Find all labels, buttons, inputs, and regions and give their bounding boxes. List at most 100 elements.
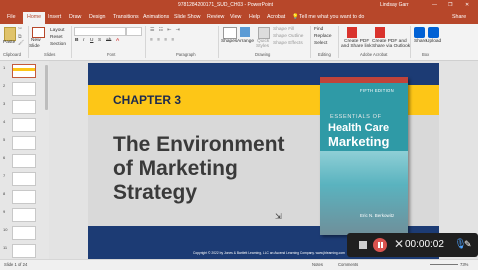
format-painter-icon[interactable]: 🖌 <box>18 41 24 46</box>
reset-button[interactable]: Reset <box>50 35 63 40</box>
tab-draw[interactable]: Draw <box>69 14 81 20</box>
paste-button[interactable]: Paste <box>3 40 15 45</box>
clipboard-group-label: Clipboard <box>3 52 21 57</box>
tab-transitions[interactable]: Transitions <box>113 14 139 20</box>
shapes-icon[interactable] <box>223 27 237 39</box>
tab-review[interactable]: Review <box>207 14 224 20</box>
section-button[interactable]: Section <box>50 42 66 47</box>
book-cover-image[interactable]: FIFTH EDITION ESSENTIALS OF Health Care … <box>320 77 408 235</box>
tab-help[interactable]: Help <box>249 14 260 20</box>
thumb-number: 9 <box>3 209 6 214</box>
shape-effects-button[interactable]: Shape Effects <box>273 41 303 46</box>
slide-thumbnails-pane: 1 2 3 4 5 6 7 8 9 10 11 <box>0 61 46 259</box>
find-button[interactable]: Find <box>314 27 323 32</box>
quick-styles-icon[interactable] <box>258 27 270 39</box>
bullets-icon[interactable]: ☰ ☷ ⇤ ⇥ <box>150 28 181 33</box>
book-edition: FIFTH EDITION <box>360 88 394 93</box>
slide-thumbnail[interactable] <box>12 136 36 150</box>
slide-title[interactable]: The Environment of Marketing Strategy <box>113 133 343 205</box>
tab-insert[interactable]: Insert <box>48 14 61 20</box>
restore-icon[interactable]: ❐ <box>448 2 452 8</box>
slide-thumbnail[interactable] <box>12 190 36 204</box>
shapes-button[interactable]: Shapes <box>221 39 237 44</box>
create-pdf-icon[interactable] <box>347 27 357 38</box>
font-color-icon[interactable]: A <box>116 38 119 43</box>
replace-button[interactable]: Replace <box>314 34 332 39</box>
arrange-icon[interactable] <box>240 27 250 37</box>
main-slide[interactable]: CHAPTER 3 The Environment of Marketing S… <box>88 63 439 260</box>
box-upload-icon[interactable] <box>428 27 439 38</box>
notes-button[interactable]: Notes <box>312 262 323 267</box>
strikethrough-icon[interactable]: ab <box>106 38 111 43</box>
new-slide-label-2[interactable]: Slide <box>29 44 40 49</box>
tab-home[interactable]: Home <box>23 12 46 24</box>
select-button[interactable]: Select <box>314 41 327 46</box>
new-slide-icon[interactable] <box>32 27 45 38</box>
font-name-select[interactable] <box>74 27 126 36</box>
tab-file[interactable]: File <box>7 14 16 20</box>
slide-thumbnail[interactable] <box>12 244 36 258</box>
create-pdf-outlook-label[interactable]: Share via Outlook <box>372 44 410 49</box>
shape-outline-button[interactable]: Shape Outline <box>273 34 303 39</box>
box-share-button[interactable]: Share <box>414 39 427 44</box>
user-name[interactable]: Lindsay Garr <box>380 2 409 8</box>
adobe-acrobat-group-label: Adobe Acrobat <box>360 52 388 57</box>
share-button[interactable]: Share <box>452 14 466 20</box>
create-pdf-share-link-label[interactable]: and Share link <box>341 44 372 49</box>
divider <box>71 26 72 58</box>
chapter-heading[interactable]: CHAPTER 3 <box>113 93 181 107</box>
cancel-record-icon[interactable]: ✕ <box>394 237 404 251</box>
tab-acrobat[interactable]: Acrobat <box>267 14 285 20</box>
paste-icon[interactable] <box>4 27 16 41</box>
thumb-number: 3 <box>3 101 6 106</box>
zoom-level[interactable]: 73% <box>460 262 468 267</box>
slide-thumbnail[interactable] <box>12 118 36 132</box>
slide-thumbnail[interactable] <box>12 208 36 222</box>
underline-icon[interactable]: U <box>90 38 93 43</box>
box-group-label: Box <box>422 52 430 57</box>
stop-record-icon[interactable] <box>359 241 367 249</box>
comments-button[interactable]: Comments <box>338 262 358 267</box>
thumb-number: 7 <box>3 173 6 178</box>
styles-label[interactable]: Styles <box>256 44 269 49</box>
tab-design[interactable]: Design <box>89 14 106 20</box>
shape-fill-button[interactable]: Shape Fill <box>273 27 294 32</box>
tell-me-search[interactable]: Tell me what you want to do <box>299 14 364 20</box>
cut-icon[interactable]: ✂ <box>18 27 22 32</box>
arrange-button[interactable]: Arrange <box>237 39 254 44</box>
tab-slide-show[interactable]: Slide Show <box>174 14 201 20</box>
shadow-icon[interactable]: S <box>98 38 101 43</box>
minimize-icon[interactable]: — <box>432 2 437 8</box>
layout-button[interactable]: Layout <box>50 28 64 33</box>
slide-thumbnail[interactable] <box>12 172 36 186</box>
box-share-icon[interactable] <box>414 27 425 38</box>
slide-thumbnail[interactable] <box>12 64 36 78</box>
book-cover-photo <box>320 151 408 235</box>
tab-animations[interactable]: Animations <box>143 14 169 20</box>
slide-thumbnail[interactable] <box>12 82 36 96</box>
align-icon[interactable]: ≡ ≡ ≡ ≡ <box>150 38 176 43</box>
thumb-number: 1 <box>3 65 6 70</box>
thumb-number: 2 <box>3 83 6 88</box>
pause-record-icon[interactable] <box>373 238 387 252</box>
zoom-slider[interactable] <box>430 264 458 265</box>
drawing-group-label: Drawing <box>255 52 271 57</box>
ribbon-tabs: File Home Insert Draw Design Transitions… <box>0 11 478 24</box>
pen-icon[interactable]: ✎ <box>464 239 472 250</box>
slide-thumbnail[interactable] <box>12 100 36 114</box>
tab-view[interactable]: View <box>230 14 241 20</box>
italic-icon[interactable]: I <box>83 38 84 43</box>
recording-timer: 00:00:02 <box>405 239 444 250</box>
font-size-select[interactable] <box>126 27 142 36</box>
scrollbar-thumb[interactable] <box>45 65 48 110</box>
bold-icon[interactable]: B <box>75 38 78 43</box>
slide-thumbnail[interactable] <box>12 226 36 240</box>
create-pdf-outlook-icon[interactable] <box>375 27 385 38</box>
thumb-number: 5 <box>3 137 6 142</box>
copy-icon[interactable]: ⧉ <box>18 34 21 40</box>
book-title-line1: Health Care <box>328 122 390 134</box>
new-slide-label[interactable]: New <box>31 38 41 43</box>
box-upload-button[interactable]: Upload <box>426 39 441 44</box>
close-icon[interactable]: ✕ <box>465 2 469 8</box>
slide-thumbnail[interactable] <box>12 154 36 168</box>
